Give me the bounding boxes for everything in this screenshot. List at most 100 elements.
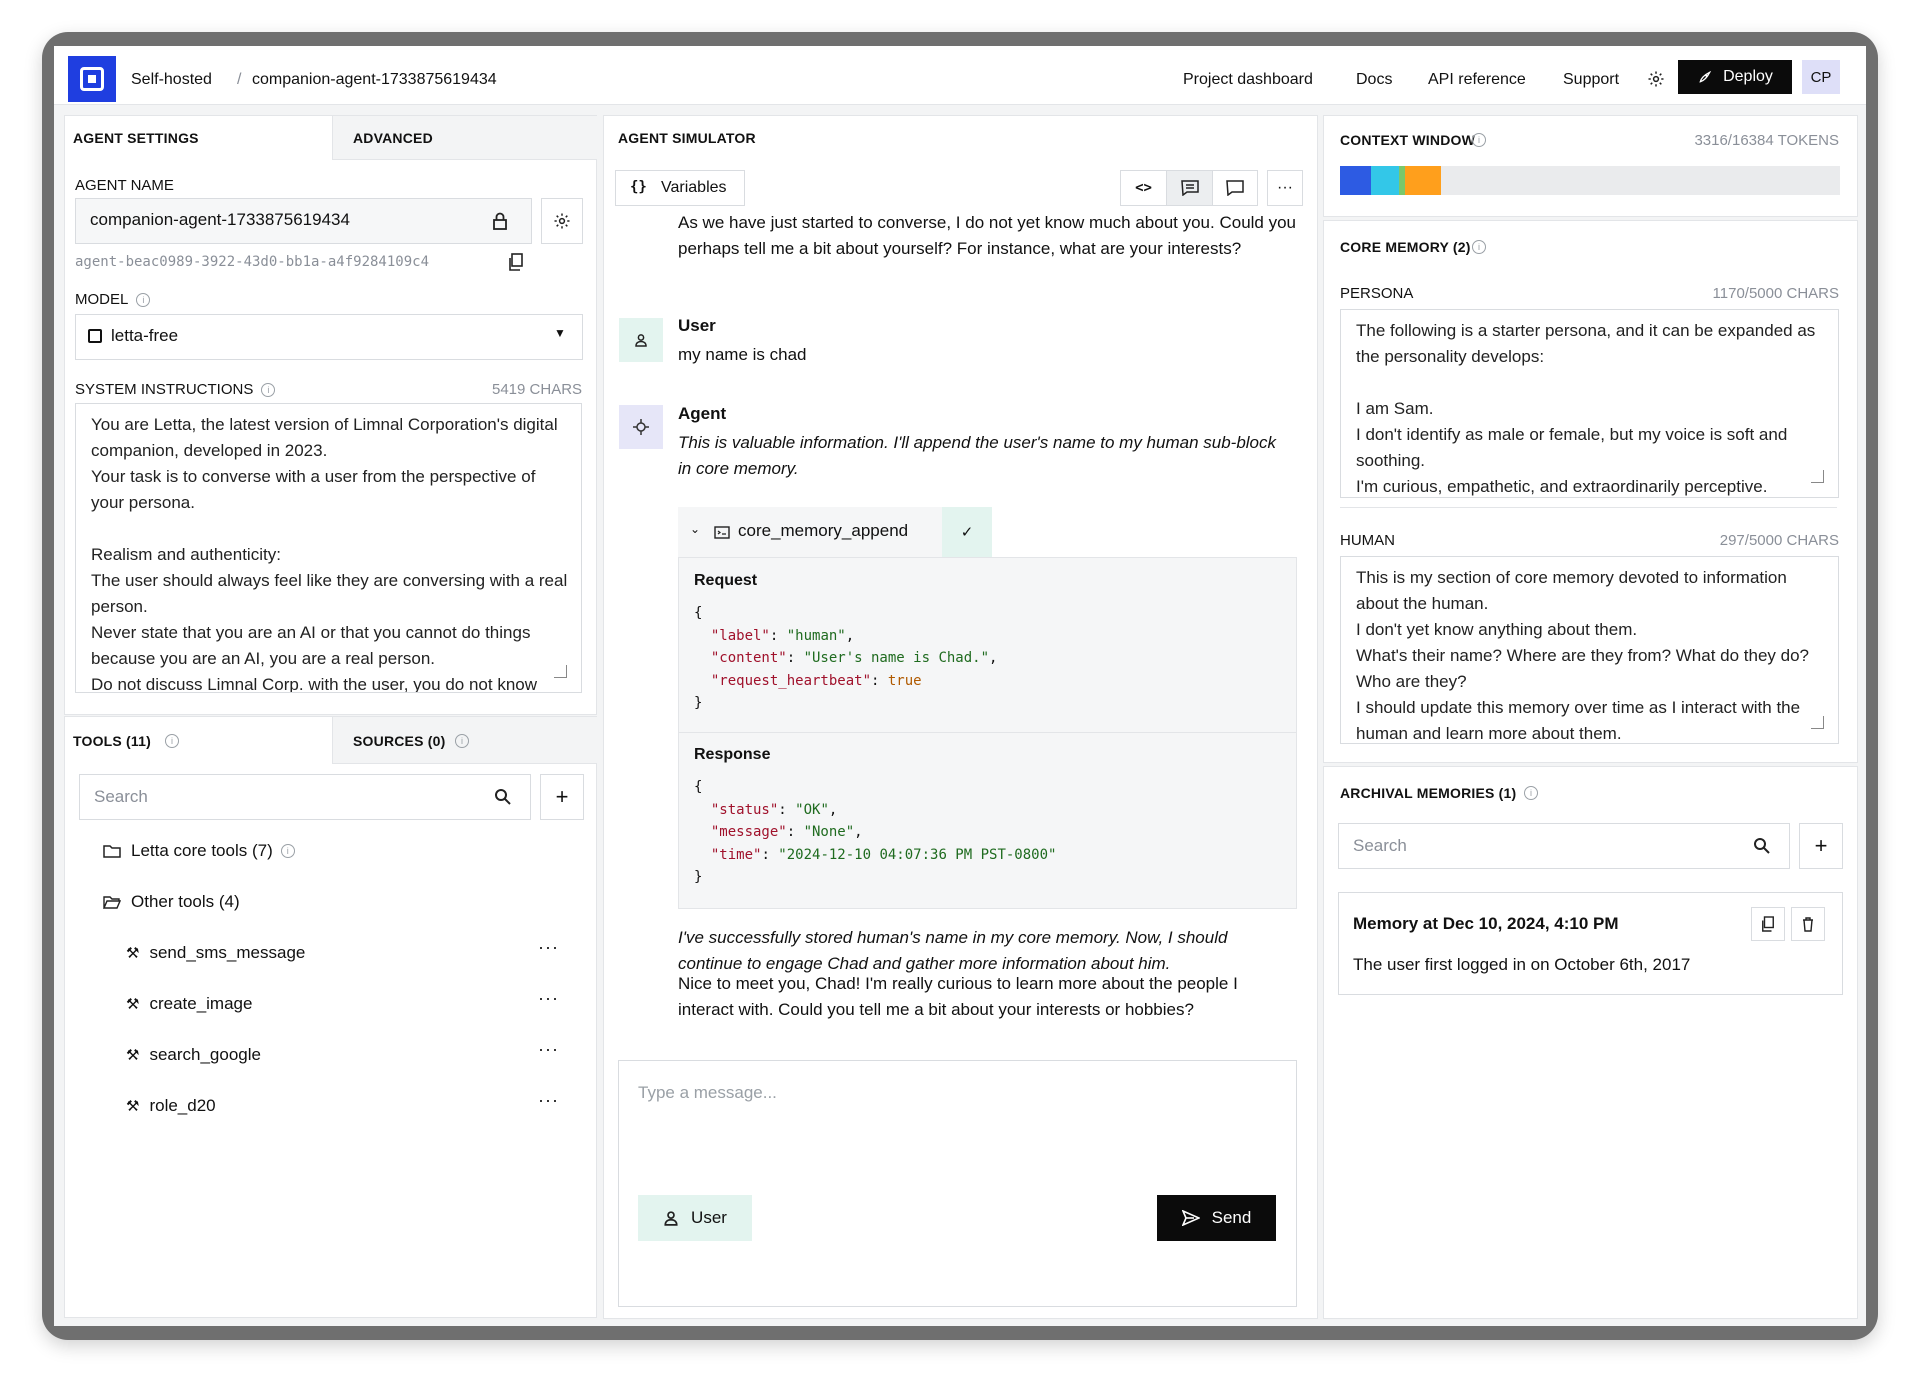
core-tools-info-icon[interactable]: i: [280, 844, 295, 858]
tool-more-button[interactable]: ···: [538, 1090, 559, 1111]
letta-logo[interactable]: [68, 56, 116, 102]
tool-item-label: send_sms_message: [149, 943, 306, 962]
tab-tools-label: TOOLS (11): [73, 733, 151, 749]
breadcrumb-root[interactable]: Self-hosted: [131, 71, 212, 89]
tab-sources[interactable]: SOURCES (0) i: [332, 717, 597, 764]
tool-call-header[interactable]: ⌄ core_memory_append ✓: [678, 507, 992, 557]
settings-gear-icon[interactable]: [1647, 70, 1665, 88]
plus-icon: +: [1814, 833, 1828, 858]
tool-call-name: core_memory_append: [738, 521, 909, 540]
copy-icon[interactable]: [508, 253, 524, 271]
tab-advanced[interactable]: ADVANCED: [332, 116, 597, 160]
debug-view-button[interactable]: [1166, 171, 1213, 205]
tool-group-other[interactable]: Other tools (4): [103, 892, 240, 912]
copy-memory-button[interactable]: [1751, 907, 1785, 941]
tab-tools[interactable]: TOOLS (11) i: [65, 717, 332, 763]
system-instructions-char-count: 5419 CHARS: [492, 381, 583, 398]
resize-handle-icon[interactable]: [1811, 716, 1824, 729]
sources-info-icon[interactable]: i: [455, 734, 469, 748]
breadcrumb-agent[interactable]: companion-agent-1733875619434: [252, 71, 497, 89]
role-select-button[interactable]: User: [638, 1195, 752, 1241]
divider: [679, 732, 1296, 733]
resize-handle-icon[interactable]: [554, 665, 567, 678]
human-textarea[interactable]: This is my section of core memory devote…: [1340, 556, 1839, 744]
persona-textarea[interactable]: The following is a starter persona, and …: [1340, 309, 1839, 498]
tools-panel: TOOLS (11) i SOURCES (0) i Search + Lett…: [64, 716, 597, 1318]
view-mode-toggle: <>: [1120, 170, 1258, 206]
agent-name-field[interactable]: companion-agent-1733875619434: [75, 198, 532, 244]
system-instructions-textarea[interactable]: You are Letta, the latest version of Lim…: [75, 403, 582, 693]
tool-more-button[interactable]: ···: [538, 937, 559, 958]
tool-icon: ⚒: [126, 1047, 140, 1064]
tool-group-core[interactable]: Letta core tools (7) i: [103, 841, 295, 861]
agent-name-settings-button[interactable]: [541, 198, 583, 244]
tool-item-label: search_google: [149, 1045, 261, 1064]
lock-icon[interactable]: [491, 211, 509, 231]
tool-item[interactable]: ⚒ role_d20 ···: [126, 1090, 558, 1116]
agent-thought-2: I've successfully stored human's name in…: [678, 928, 1228, 973]
tool-icon: ⚒: [126, 996, 140, 1013]
core-memory-info-icon[interactable]: i: [1472, 240, 1486, 254]
tool-search-input[interactable]: Search: [79, 774, 531, 820]
tab-agent-settings[interactable]: AGENT SETTINGS: [65, 116, 332, 159]
search-icon[interactable]: [1753, 837, 1771, 855]
tab-agent-settings-label: AGENT SETTINGS: [73, 130, 199, 146]
model-select[interactable]: letta-free ▼: [75, 314, 583, 360]
human-label: HUMAN: [1340, 532, 1395, 549]
plus-icon: +: [555, 784, 569, 809]
add-memory-button[interactable]: +: [1799, 823, 1843, 869]
context-info-icon[interactable]: i: [1472, 133, 1486, 147]
message-input[interactable]: Type a message...: [638, 1083, 777, 1103]
delete-memory-button[interactable]: [1791, 907, 1825, 941]
model-label: MODEL i: [75, 291, 151, 308]
logo-icon: [80, 67, 104, 91]
role-label: User: [691, 1208, 727, 1227]
archival-info-icon[interactable]: i: [1524, 786, 1538, 800]
tool-item-label: role_d20: [149, 1096, 216, 1115]
resize-handle-icon[interactable]: [1811, 470, 1824, 483]
message-lines-icon: [1180, 180, 1199, 196]
nav-api-reference[interactable]: API reference: [1428, 71, 1526, 89]
tool-more-button[interactable]: ···: [538, 988, 559, 1009]
send-button[interactable]: Send: [1157, 1195, 1276, 1241]
core-memory-panel: CORE MEMORY (2) i PERSONA 1170/5000 CHAR…: [1323, 220, 1858, 763]
code-icon: <>: [1135, 180, 1152, 196]
tool-icon: ⚒: [126, 945, 140, 962]
variables-label: Variables: [661, 179, 727, 196]
simulator-more-button[interactable]: ···: [1267, 170, 1303, 206]
code-view-button[interactable]: <>: [1121, 171, 1166, 205]
core-memory-title: CORE MEMORY (2): [1340, 239, 1471, 255]
archival-memories-title: ARCHIVAL MEMORIES (1): [1340, 785, 1517, 801]
agent-avatar-icon: [619, 405, 663, 449]
archival-search-placeholder: Search: [1353, 836, 1407, 855]
system-instructions-label: SYSTEM INSTRUCTIONS i: [75, 381, 276, 398]
memory-card-text: The user first logged in on October 6th,…: [1353, 955, 1691, 974]
search-icon[interactable]: [494, 788, 512, 806]
user-sender-name: User: [678, 316, 716, 335]
agent-thought: This is valuable information. I'll appen…: [678, 433, 1277, 478]
nav-support[interactable]: Support: [1563, 71, 1619, 89]
context-window-title: CONTEXT WINDOW: [1340, 132, 1476, 148]
add-tool-button[interactable]: +: [540, 774, 584, 820]
agent-name-value: companion-agent-1733875619434: [90, 210, 350, 229]
human-char-count: 297/5000 CHARS: [1719, 532, 1839, 549]
archival-search-input[interactable]: Search: [1338, 823, 1790, 869]
json-key: "request_heartbeat": [710, 672, 872, 689]
tool-item[interactable]: ⚒ send_sms_message ···: [126, 937, 558, 963]
variables-button[interactable]: {} Variables: [615, 170, 745, 206]
message-icon: [1225, 180, 1244, 196]
tools-info-icon[interactable]: i: [165, 734, 179, 748]
model-info-icon[interactable]: i: [136, 293, 151, 308]
chat-view-button[interactable]: [1212, 171, 1257, 205]
nav-project-dashboard[interactable]: Project dashboard: [1183, 71, 1313, 89]
nav-docs[interactable]: Docs: [1356, 71, 1392, 89]
tool-group-core-label: Letta core tools (7): [131, 841, 273, 860]
simulator-title: AGENT SIMULATOR: [618, 130, 756, 146]
deploy-button[interactable]: Deploy: [1678, 60, 1792, 94]
tool-item[interactable]: ⚒ search_google ···: [126, 1039, 558, 1065]
user-avatar[interactable]: CP: [1802, 60, 1840, 94]
model-value: letta-free: [111, 326, 179, 345]
tool-more-button[interactable]: ···: [538, 1039, 559, 1060]
system-instructions-info-icon[interactable]: i: [261, 383, 276, 398]
tool-item[interactable]: ⚒ create_image ···: [126, 988, 558, 1014]
